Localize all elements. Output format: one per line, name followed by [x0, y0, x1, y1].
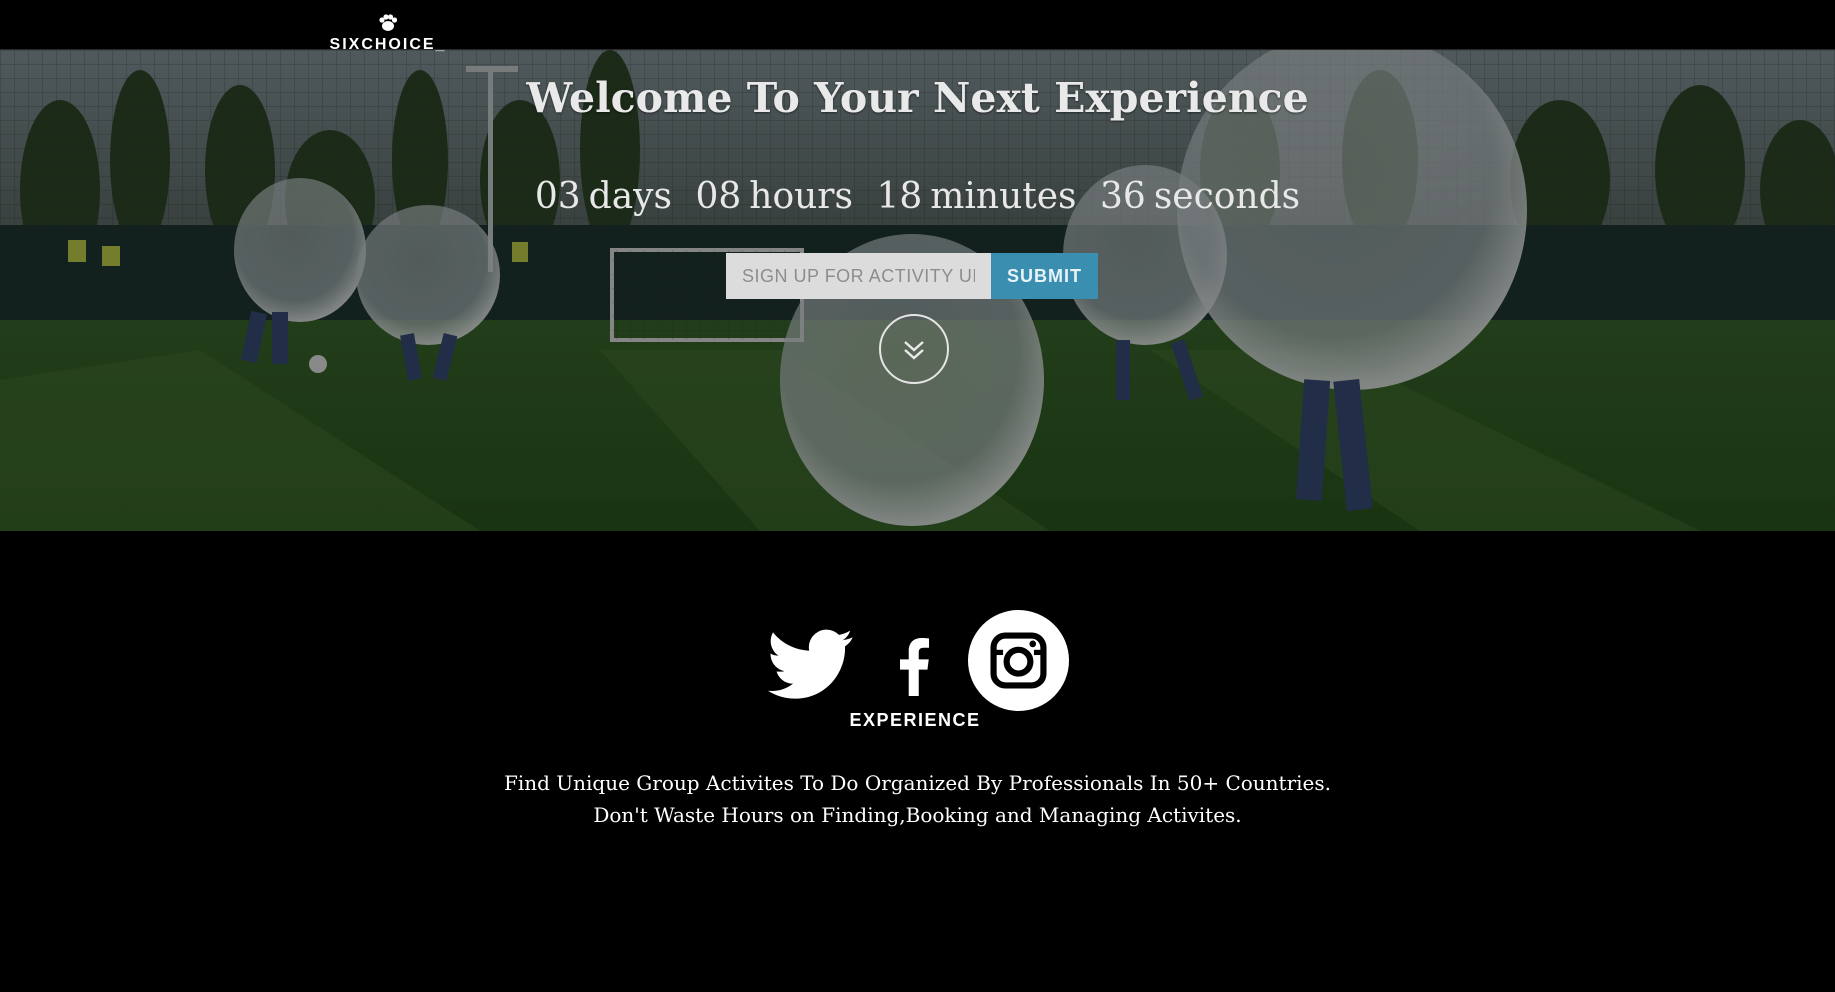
hero-section: Welcome To Your Next Experience 03 days 0…	[0, 50, 1835, 531]
countdown-days-label: days	[588, 176, 672, 217]
countdown-seconds-label: seconds	[1153, 176, 1301, 217]
twitter-icon[interactable]	[768, 628, 854, 702]
tagline: Find Unique Group Activites To Do Organi…	[0, 767, 1835, 831]
tagline-line-2: Don't Waste Hours on Finding,Booking and…	[593, 803, 1242, 827]
brand-logo-text: SIXCHOICE_	[329, 36, 447, 53]
countdown-timer: 03 days 08 hours 18 minutes 36 seconds	[0, 176, 1835, 217]
countdown-minutes-label: minutes	[930, 176, 1077, 217]
facebook-icon[interactable]	[897, 638, 931, 696]
tagline-line-1: Find Unique Group Activites To Do Organi…	[503, 771, 1332, 795]
countdown-hours-label: hours	[749, 176, 853, 217]
countdown-minutes-value: 18	[876, 176, 923, 217]
instagram-icon	[990, 632, 1047, 689]
countdown-hours-value: 08	[695, 176, 742, 217]
submit-button[interactable]: SUBMIT	[991, 253, 1098, 299]
hero-title: Welcome To Your Next Experience	[526, 74, 1309, 122]
double-chevron-down-icon	[904, 341, 924, 360]
brand-logo[interactable]: SIXCHOICE_	[328, 12, 448, 53]
social-links: EXPERIENCE	[0, 610, 1835, 730]
paw-icon	[379, 14, 398, 31]
signup-form: SUBMIT	[726, 253, 1098, 299]
countdown-seconds-value: 36	[1100, 176, 1146, 217]
top-nav-bar: SIXCHOICE_	[0, 0, 1835, 53]
experience-caption: EXPERIENCE	[849, 710, 981, 730]
signup-email-input[interactable]	[726, 253, 991, 299]
countdown-days-value: 03	[534, 176, 581, 217]
instagram-button[interactable]	[968, 610, 1069, 711]
scroll-down-button[interactable]	[879, 314, 949, 384]
